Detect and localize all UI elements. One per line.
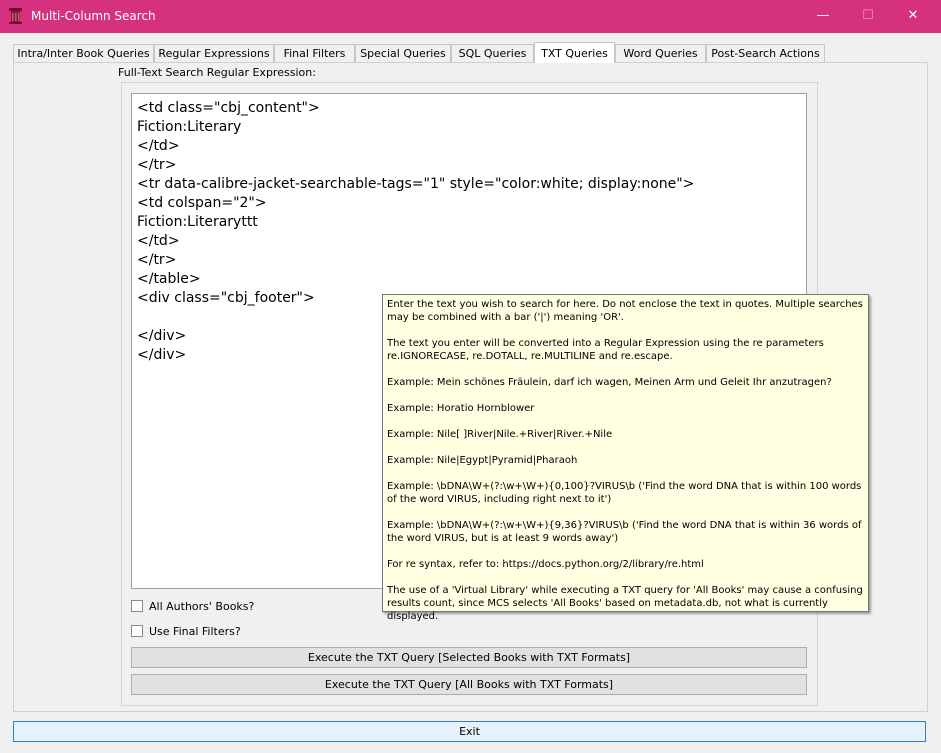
tab-post-search-actions[interactable]: Post-Search Actions — [706, 44, 825, 62]
tab-sql-queries[interactable]: SQL Queries — [451, 44, 534, 62]
editor-line: <td class="cbj_content"> — [137, 100, 320, 116]
tab-special-queries[interactable]: Special Queries — [355, 44, 451, 62]
tooltip-paragraph: Example: Nile[ ]River|Nile.+River|River.… — [387, 429, 613, 440]
tooltip-paragraph: The use of a 'Virtual Library' while exe… — [387, 585, 863, 622]
search-help-tooltip: Enter the text you wish to search for he… — [382, 294, 869, 622]
use-final-filters-checkbox[interactable] — [131, 625, 143, 637]
tooltip-paragraph: Example: Nile|Egypt|Pyramid|Pharaoh — [387, 455, 578, 466]
execute-all-books-button[interactable]: Execute the TXT Query [All Books with TX… — [131, 674, 807, 695]
use-final-filters-label: Use Final Filters? — [149, 624, 241, 638]
tab-intra-inter-book-queries[interactable]: Intra/Inter Book Queries — [13, 44, 154, 62]
editor-line: <td colspan="2"> — [137, 195, 267, 211]
editor-line: <tr data-calibre-jacket-searchable-tags=… — [137, 176, 695, 192]
tooltip-paragraph: For re syntax, refer to: https://docs.py… — [387, 559, 704, 570]
tooltip-paragraph: The text you enter will be converted int… — [387, 338, 824, 362]
all-authors-books-label: All Authors' Books? — [149, 599, 255, 613]
exit-button[interactable]: Exit — [13, 721, 926, 742]
editor-line: Fiction:Literary — [137, 119, 242, 135]
tooltip-paragraph: Example: Mein schönes Fräulein, darf ich… — [387, 377, 832, 388]
editor-line: </td> — [137, 138, 180, 154]
maximize-button[interactable]: ☐ — [853, 4, 883, 28]
editor-line: </table> — [137, 271, 201, 287]
tooltip-paragraph: Enter the text you wish to search for he… — [387, 299, 863, 323]
app-icon — [9, 8, 22, 24]
all-authors-books-option[interactable]: All Authors' Books? — [131, 599, 254, 613]
editor-line: </tr> — [137, 252, 177, 268]
all-authors-books-checkbox[interactable] — [131, 600, 143, 612]
close-button[interactable]: ✕ — [898, 4, 928, 28]
minimize-button[interactable]: — — [808, 4, 838, 28]
tab-word-queries[interactable]: Word Queries — [615, 44, 706, 62]
tab-regular-expressions[interactable]: Regular Expressions — [154, 44, 274, 62]
tab-final-filters[interactable]: Final Filters — [274, 44, 355, 62]
title-bar: Multi-Column Search — ☐ ✕ — [0, 0, 941, 33]
tooltip-paragraph: Example: \bDNA\W+(?:\w+\W+){0,100}?VIRUS… — [387, 481, 862, 505]
tooltip-paragraph: Example: \bDNA\W+(?:\w+\W+){9,36}?VIRUS\… — [387, 520, 862, 544]
editor-line: </tr> — [137, 157, 177, 173]
use-final-filters-option[interactable]: Use Final Filters? — [131, 624, 241, 638]
search-expression-label: Full-Text Search Regular Expression: — [118, 66, 316, 79]
editor-line: Fiction:Literaryttt — [137, 214, 258, 230]
editor-line: </td> — [137, 233, 180, 249]
window-title: Multi-Column Search — [31, 9, 156, 23]
tooltip-paragraph: Example: Horatio Hornblower — [387, 403, 535, 414]
tab-txt-queries[interactable]: TXT Queries — [534, 42, 615, 63]
execute-selected-books-button[interactable]: Execute the TXT Query [Selected Books wi… — [131, 647, 807, 668]
